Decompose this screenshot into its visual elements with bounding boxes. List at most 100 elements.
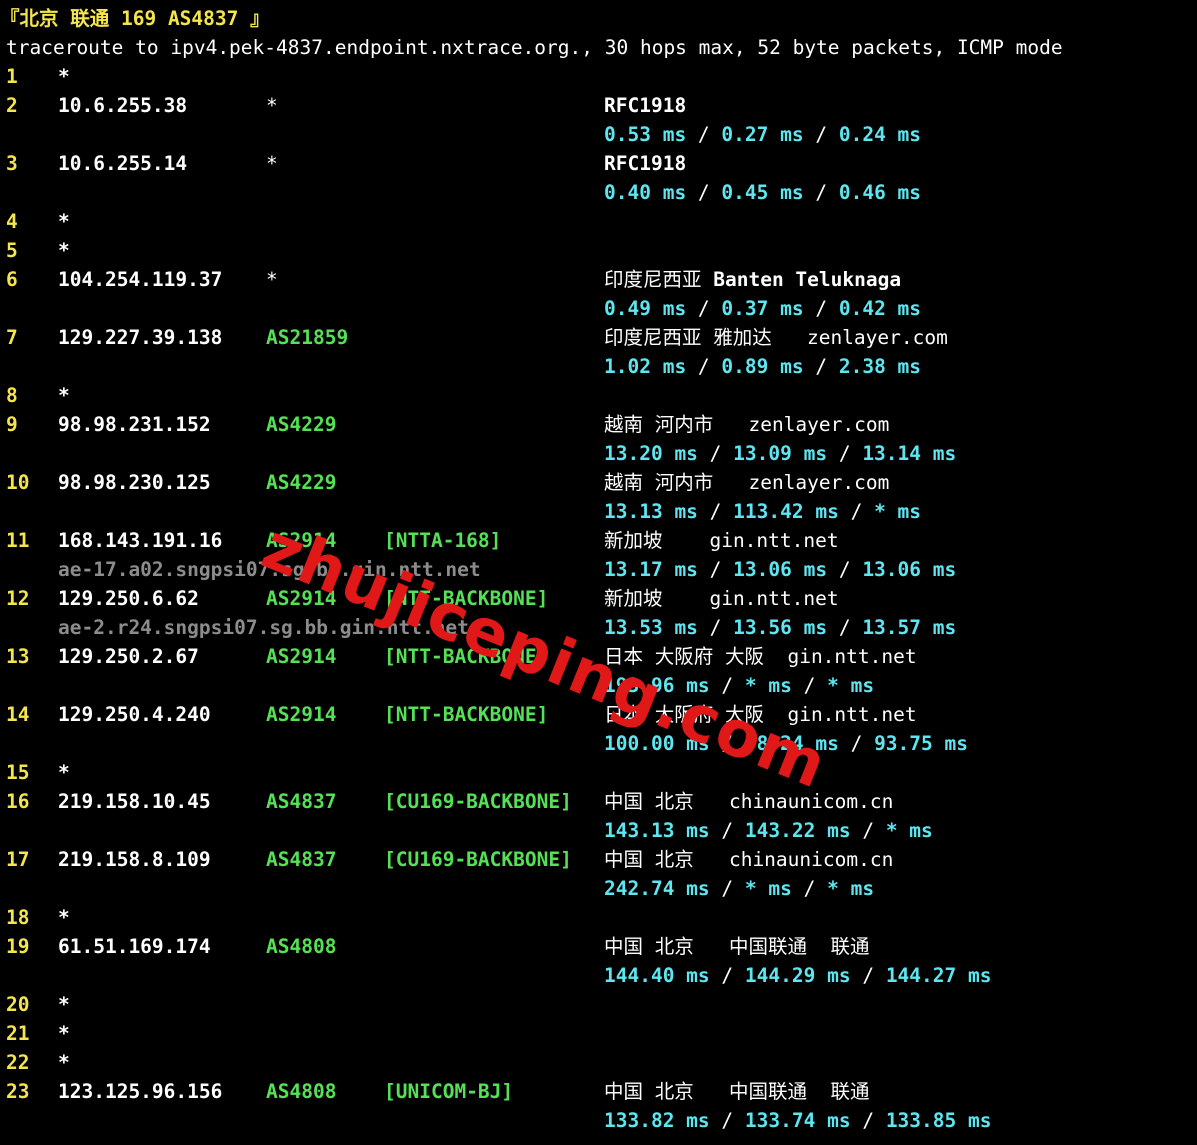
hop-row: 21 * bbox=[0, 1019, 1197, 1048]
hop-geo: 印度尼西亚 Banten Teluknaga bbox=[604, 265, 901, 294]
rtt-value: 0.53 ms bbox=[604, 123, 687, 146]
hop-asn: AS2914 bbox=[266, 645, 337, 668]
hop-rtt: 242.74 ms / * ms / * ms bbox=[604, 874, 874, 903]
hop-rtt-row: ae-2.r24.sngpsi07.sg.bb.gin.ntt.net 13.53… bbox=[0, 613, 1197, 642]
hop-row: 9 98.98.231.152 AS4229 越南 河内市 zenlayer.com bbox=[0, 410, 1197, 439]
hop-row: 2 10.6.255.38 * RFC1918 bbox=[0, 91, 1197, 120]
hop-rtt-row: 1.02 ms / 0.89 ms / 2.38 ms bbox=[0, 352, 1197, 381]
rtt-value: * ms bbox=[827, 877, 875, 900]
hop-ip: 10.6.255.14 bbox=[58, 152, 188, 175]
hop-row: 18 * bbox=[0, 903, 1197, 932]
hop-number: 19 bbox=[6, 935, 30, 958]
hop-timeout: * bbox=[58, 993, 70, 1016]
rtt-separator: / bbox=[709, 964, 745, 987]
hop-row: 19 61.51.169.174 AS4808 中国 北京 中国联通 联通 bbox=[0, 932, 1197, 961]
rtt-separator: / bbox=[697, 442, 734, 465]
hop-network-tag: [CU169-BACKBONE] bbox=[384, 790, 572, 813]
hop-rtt: 0.49 ms / 0.37 ms / 0.42 ms bbox=[604, 294, 921, 323]
rtt-value: 144.40 ms bbox=[604, 964, 710, 987]
rtt-value: 13.09 ms bbox=[733, 442, 828, 465]
hop-ip: 168.143.191.16 bbox=[58, 529, 223, 552]
rtt-value: 13.06 ms bbox=[862, 558, 957, 581]
hop-number: 12 bbox=[6, 587, 30, 610]
hop-geo: RFC1918 bbox=[604, 149, 686, 178]
hop-rtt-row: 0.40 ms / 0.45 ms / 0.46 ms bbox=[0, 178, 1197, 207]
hop-asn: AS4837 bbox=[266, 790, 337, 813]
hop-network-tag: [CU169-BACKBONE] bbox=[384, 848, 572, 871]
rtt-separator: / bbox=[803, 123, 839, 146]
hop-rdns: ae-2.r24.sngpsi07.sg.bb.gin.ntt.net bbox=[58, 616, 469, 639]
rtt-value: 0.27 ms bbox=[721, 123, 804, 146]
hop-geo-text: 日本 大阪府 大阪 gin.ntt.net bbox=[604, 703, 917, 726]
rtt-value: 133.82 ms bbox=[604, 1109, 710, 1132]
rtt-value: 0.45 ms bbox=[721, 181, 804, 204]
rtt-separator: / bbox=[697, 500, 734, 523]
rtt-value: 98.24 ms bbox=[744, 732, 839, 755]
hop-timeout: * bbox=[58, 761, 70, 784]
hop-rtt-row: 0.53 ms / 0.27 ms / 0.24 ms bbox=[0, 120, 1197, 149]
hop-row: 4 * bbox=[0, 207, 1197, 236]
rtt-value: 0.89 ms bbox=[721, 355, 804, 378]
rtt-value: 13.56 ms bbox=[733, 616, 828, 639]
hop-number: 4 bbox=[6, 210, 18, 233]
rtt-value: 100.00 ms bbox=[604, 732, 710, 755]
hop-row: 16 219.158.10.45 AS4837 [CU169-BACKBONE] 中国 … bbox=[0, 787, 1197, 816]
rtt-value: 133.85 ms bbox=[885, 1109, 992, 1132]
hop-rtt: 100.00 ms / 98.24 ms / 93.75 ms bbox=[604, 729, 968, 758]
hop-rtt-row: 13.20 ms / 13.09 ms / 13.14 ms bbox=[0, 439, 1197, 468]
hop-ip: 129.250.4.240 bbox=[58, 703, 211, 726]
hop-rtt-row: 143.13 ms / 143.22 ms / * ms bbox=[0, 816, 1197, 845]
rtt-value: * ms bbox=[744, 877, 792, 900]
hop-ip: 129.227.39.138 bbox=[58, 326, 223, 349]
hop-row: 8 * bbox=[0, 381, 1197, 410]
hop-geo-text: 新加坡 gin.ntt.net bbox=[604, 587, 839, 610]
rtt-value: * ms bbox=[874, 500, 922, 523]
rtt-separator: / bbox=[850, 1109, 886, 1132]
rtt-separator: / bbox=[850, 964, 886, 987]
hop-rtt-row: 13.13 ms / 113.42 ms / * ms bbox=[0, 497, 1197, 526]
rtt-value: 13.53 ms bbox=[604, 616, 698, 639]
hop-network-tag: [NTT-BACKBONE] bbox=[384, 587, 549, 610]
rtt-separator: / bbox=[803, 355, 839, 378]
hop-number: 8 bbox=[6, 384, 18, 407]
rtt-value: 144.27 ms bbox=[885, 964, 992, 987]
hop-number: 11 bbox=[6, 529, 30, 552]
hop-timeout: * bbox=[58, 1051, 70, 1074]
hop-timeout: * bbox=[58, 65, 70, 88]
hop-ip: 129.250.6.62 bbox=[58, 587, 199, 610]
hop-geo: 中国 北京 chinaunicom.cn bbox=[604, 787, 893, 816]
hop-geo-text: RFC1918 bbox=[604, 152, 687, 175]
hop-number: 7 bbox=[6, 326, 18, 349]
hop-asn: AS2914 bbox=[266, 529, 337, 552]
hop-asn: * bbox=[266, 94, 278, 117]
hop-row: 17 219.158.8.109 AS4837 [CU169-BACKBONE] 中国 … bbox=[0, 845, 1197, 874]
hop-number: 18 bbox=[6, 906, 30, 929]
hop-geo: 新加坡 gin.ntt.net bbox=[604, 526, 839, 555]
hop-number: 6 bbox=[6, 268, 18, 291]
hop-ip: 123.125.96.156 bbox=[58, 1080, 223, 1103]
hop-geo: 越南 河内市 zenlayer.com bbox=[604, 468, 889, 497]
hop-row: 22 * bbox=[0, 1048, 1197, 1077]
hop-rtt: 13.13 ms / 113.42 ms / * ms bbox=[604, 497, 921, 526]
hop-timeout: * bbox=[58, 239, 70, 262]
hop-row: 23 123.125.96.156 AS4808 [UNICOM-BJ] 中国 北京 中… bbox=[0, 1077, 1197, 1106]
hop-geo-text: 印度尼西亚 雅加达 zenlayer.com bbox=[604, 326, 948, 349]
rtt-value: 93.75 ms bbox=[874, 732, 968, 755]
hop-number: 22 bbox=[6, 1051, 30, 1074]
hop-row: 13 129.250.2.67 AS2914 [NTT-BACKBONE] 日本 大阪府… bbox=[0, 642, 1197, 671]
hop-number: 9 bbox=[6, 413, 18, 436]
hop-ip: 219.158.8.109 bbox=[58, 848, 211, 871]
rtt-separator: / bbox=[697, 616, 734, 639]
hop-geo-text: 越南 河内市 zenlayer.com bbox=[604, 471, 890, 494]
hop-ip: 98.98.231.152 bbox=[58, 413, 211, 436]
rtt-separator: / bbox=[838, 732, 875, 755]
rtt-separator: / bbox=[709, 732, 745, 755]
hop-rtt: 133.82 ms / 133.74 ms / 133.85 ms bbox=[604, 1106, 991, 1135]
rtt-separator: / bbox=[709, 877, 745, 900]
rtt-separator: / bbox=[803, 181, 839, 204]
hop-row: 6 104.254.119.37 * 印度尼西亚 Banten Teluknaga bbox=[0, 265, 1197, 294]
hop-row: 5 * bbox=[0, 236, 1197, 265]
rtt-value: 144.29 ms bbox=[744, 964, 851, 987]
rtt-separator: / bbox=[827, 558, 863, 581]
hop-number: 16 bbox=[6, 790, 30, 813]
